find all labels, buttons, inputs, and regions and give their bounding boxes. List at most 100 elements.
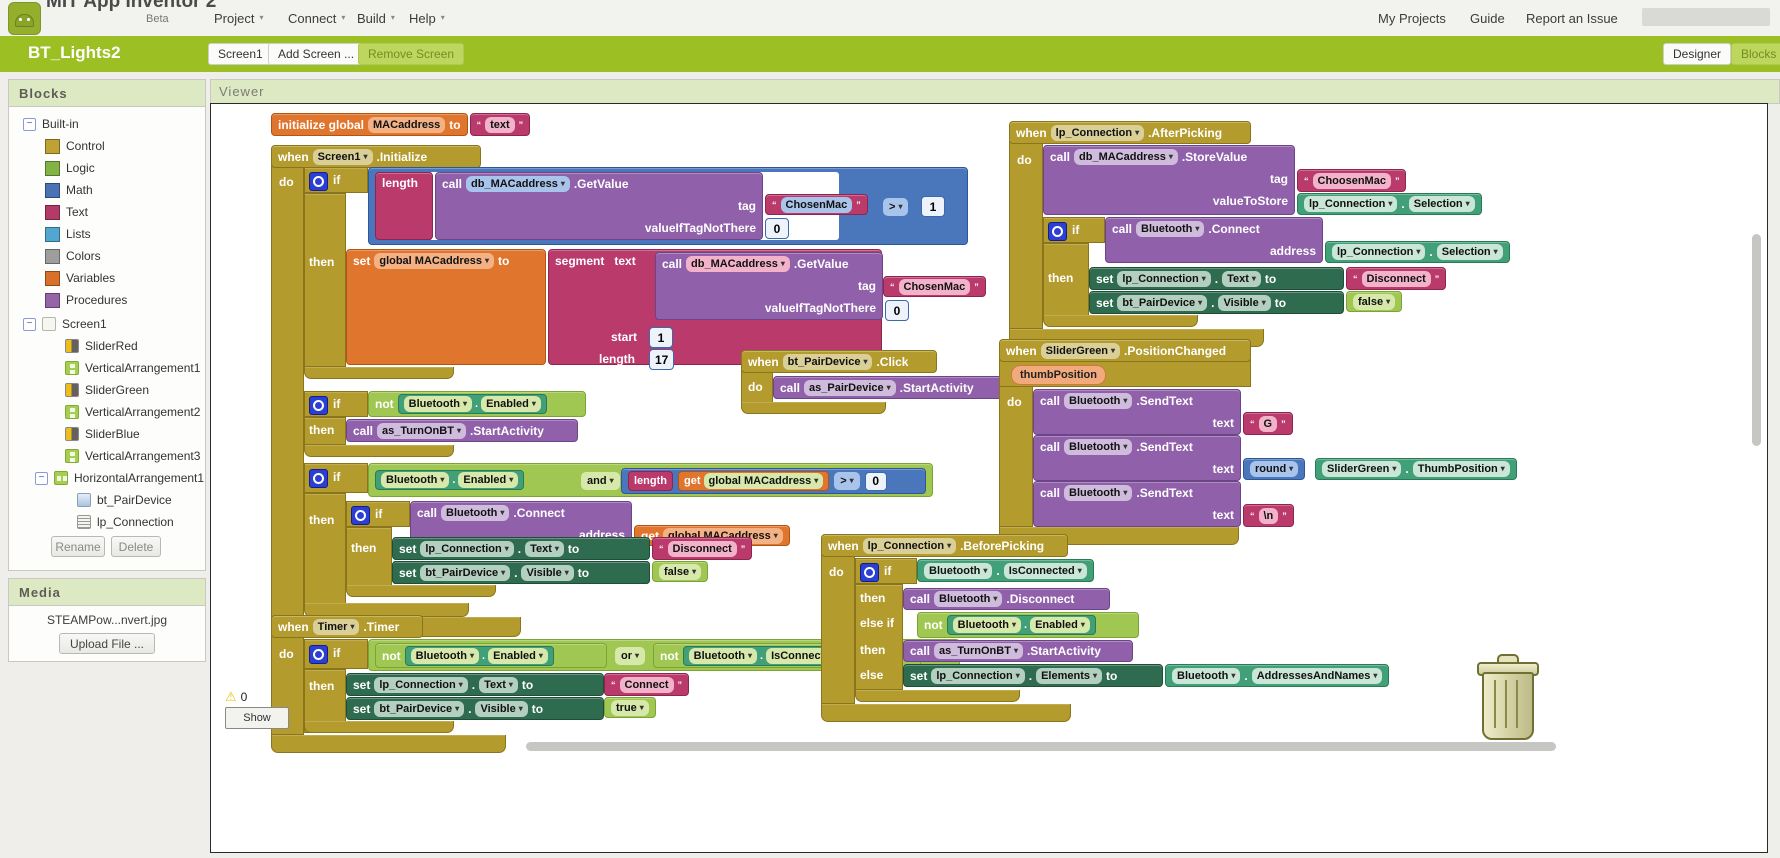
text-string-block[interactable]: “Connect” bbox=[604, 673, 689, 696]
event-header[interactable]: when Timer▾ .Timer bbox=[271, 615, 423, 638]
upload-file-button[interactable]: Upload File ... bbox=[59, 633, 155, 654]
if-block-spine[interactable] bbox=[304, 193, 346, 367]
number-block[interactable]: 17 bbox=[649, 349, 674, 370]
number-block[interactable]: 0 bbox=[865, 472, 887, 491]
call-sendtext-block[interactable]: callBluetooth▾.SendText text bbox=[1033, 389, 1241, 435]
tree-colors[interactable]: Colors bbox=[45, 246, 101, 266]
vertical-scrollbar[interactable] bbox=[1752, 234, 1761, 446]
tree-logic[interactable]: Logic bbox=[45, 158, 95, 178]
initialize-global-macaddress-block[interactable]: initialize global MACaddress to “ text ” bbox=[271, 113, 530, 136]
number-block[interactable]: 1 bbox=[921, 196, 945, 217]
set-lp-connection-text-block[interactable]: setlp_Connection▾.Text▾to bbox=[1089, 267, 1344, 290]
tree-text[interactable]: Text bbox=[45, 202, 88, 222]
tree-control[interactable]: Control bbox=[45, 136, 105, 156]
event-header[interactable]: when SliderGreen▾ .PositionChanged bbox=[999, 339, 1251, 362]
length-block[interactable]: length bbox=[628, 471, 673, 491]
menu-build[interactable]: Build▾ bbox=[357, 0, 395, 36]
tree-slidergreen[interactable]: SliderGreen bbox=[65, 380, 149, 400]
text-string-block[interactable]: “ChosenMac” bbox=[765, 194, 868, 215]
delete-button[interactable]: Delete bbox=[111, 536, 161, 557]
call-bluetooth-disconnect-block[interactable]: callBluetooth▾.Disconnect bbox=[903, 588, 1110, 610]
operator-dropdown[interactable]: >▾ bbox=[834, 472, 859, 490]
block-spine[interactable] bbox=[271, 165, 304, 619]
tree-builtin[interactable]: −Built-in bbox=[23, 114, 79, 134]
block-foot[interactable] bbox=[741, 402, 886, 414]
text-string-block[interactable]: “ChoosenMac” bbox=[1297, 169, 1406, 192]
block-foot[interactable] bbox=[821, 704, 1071, 722]
tree-procedures[interactable]: Procedures bbox=[45, 290, 127, 310]
set-lp-connection-text-block[interactable]: setlp_Connection▾.Text▾to bbox=[392, 537, 650, 560]
number-block[interactable]: 0 bbox=[765, 218, 789, 239]
variable-name-chip[interactable]: MACaddress bbox=[368, 117, 445, 133]
if-block-foot[interactable] bbox=[1043, 315, 1198, 327]
text-string-block[interactable]: “G” bbox=[1243, 412, 1293, 435]
lp-connection-selection-getter[interactable]: lp_Connection▾.Selection▾ bbox=[1297, 193, 1482, 215]
text-string-block[interactable]: “Disconnect” bbox=[1346, 267, 1446, 290]
get-global-macaddress-block[interactable]: getglobal MACaddress▾ bbox=[678, 471, 829, 491]
menu-project[interactable]: Project▾ bbox=[214, 0, 263, 36]
tree-variables[interactable]: Variables bbox=[45, 268, 115, 288]
logic-operator-dropdown[interactable]: or▾ bbox=[615, 647, 645, 665]
call-getvalue-block[interactable]: calldb_MACaddress▾.GetValue tag valueIfT… bbox=[655, 252, 883, 320]
tree-sliderblue[interactable]: SliderBlue bbox=[65, 424, 140, 444]
call-bluetooth-connect-block[interactable]: callBluetooth▾.Connect address bbox=[1105, 217, 1323, 263]
tree-math[interactable]: Math bbox=[45, 180, 93, 200]
event-header[interactable]: when lp_Connection▾ .BeforePicking bbox=[821, 534, 1068, 557]
if-block-foot[interactable] bbox=[855, 690, 1020, 702]
operator-dropdown[interactable]: >▾ bbox=[883, 198, 908, 216]
bluetooth-enabled-getter[interactable]: Bluetooth▾.Enabled▾ bbox=[375, 470, 524, 490]
round-block[interactable]: round▾ bbox=[1243, 458, 1305, 480]
event-header[interactable]: when bt_PairDevice▾ .Click bbox=[741, 350, 937, 373]
tree-verticalarrangement1[interactable]: VerticalArrangement1 bbox=[65, 358, 200, 378]
call-sendtext-block[interactable]: callBluetooth▾.SendText text bbox=[1033, 481, 1241, 527]
collapse-icon[interactable]: − bbox=[23, 118, 36, 131]
set-global-macaddress-block[interactable]: setglobal MACaddress▾to bbox=[346, 249, 546, 365]
if-block-spine[interactable] bbox=[346, 527, 392, 589]
blocks-view-button[interactable]: Blocks bbox=[1731, 43, 1780, 65]
slidergreen-thumbposition-getter[interactable]: SliderGreen▾.ThumbPosition▾ bbox=[1315, 458, 1517, 480]
text-string-block[interactable]: “ChosenMac” bbox=[883, 276, 986, 297]
block-spine[interactable] bbox=[1009, 141, 1043, 329]
number-block[interactable]: 0 bbox=[885, 300, 909, 321]
call-sendtext-block[interactable]: callBluetooth▾.SendText text bbox=[1033, 435, 1241, 481]
initialize-global-block[interactable]: initialize global MACaddress to bbox=[271, 113, 468, 136]
bluetooth-enabled-getter[interactable]: Bluetooth▾.Enabled▾ bbox=[398, 394, 547, 414]
false-block[interactable]: false▾ bbox=[652, 561, 708, 582]
link-guide[interactable]: Guide bbox=[1470, 0, 1505, 36]
add-screen-button[interactable]: Add Screen ... bbox=[268, 43, 364, 65]
if-block-foot[interactable] bbox=[304, 721, 454, 733]
block-foot[interactable] bbox=[271, 735, 506, 753]
greater-than-comparison-block[interactable]: length getglobal MACaddress▾ >▾ 0 bbox=[621, 468, 926, 494]
when-bt-pairdevice-click-block[interactable]: when bt_PairDevice▾ .Click do callas_Pai… bbox=[741, 350, 1021, 420]
trash-can-icon[interactable] bbox=[1473, 652, 1541, 742]
number-block[interactable]: 1 bbox=[649, 327, 673, 348]
tree-horizontalarrangement1[interactable]: −HorizontalArrangement1 bbox=[35, 468, 204, 488]
text-string-block[interactable]: “\n” bbox=[1243, 504, 1294, 527]
not-block[interactable]: not Bluetooth▾.Enabled▾ bbox=[375, 643, 607, 668]
set-bt-pairdevice-visible-block[interactable]: setbt_PairDevice▾.Visible▾to bbox=[346, 697, 604, 720]
if-block-foot[interactable] bbox=[304, 445, 454, 457]
media-file-name[interactable]: STEAMPow...nvert.jpg bbox=[9, 613, 205, 627]
component-dropdown[interactable]: Screen1▾ bbox=[313, 149, 373, 165]
tree-verticalarrangement2[interactable]: VerticalArrangement2 bbox=[65, 402, 200, 422]
user-account-redacted[interactable] bbox=[1642, 8, 1770, 26]
not-block[interactable]: not Bluetooth▾.Enabled▾ bbox=[917, 612, 1139, 638]
collapse-icon[interactable]: − bbox=[35, 472, 48, 485]
length-block[interactable]: length bbox=[375, 172, 433, 240]
menu-connect[interactable]: Connect▾ bbox=[288, 0, 345, 36]
when-slidergreen-positionchanged-block[interactable]: when SliderGreen▾ .PositionChanged thumb… bbox=[999, 339, 1579, 549]
thumbposition-param-chip[interactable]: thumbPosition bbox=[1011, 365, 1106, 385]
text-string-block[interactable]: “Disconnect” bbox=[652, 537, 752, 560]
set-bt-pairdevice-visible-block[interactable]: setbt_PairDevice▾.Visible▾to bbox=[1089, 291, 1344, 314]
lp-connection-selection-getter[interactable]: lp_Connection▾.Selection▾ bbox=[1325, 241, 1510, 263]
mutator-gear-icon[interactable] bbox=[860, 563, 879, 582]
mutator-gear-icon[interactable] bbox=[309, 469, 328, 488]
text-string-block[interactable]: “ text ” bbox=[470, 113, 531, 136]
and-block[interactable]: Bluetooth▾.Enabled▾ and▾ length getgloba… bbox=[368, 463, 933, 497]
mutator-gear-icon[interactable] bbox=[309, 645, 328, 664]
if-block-foot[interactable] bbox=[346, 585, 496, 597]
not-block[interactable]: not Bluetooth▾.Enabled▾ bbox=[368, 391, 586, 417]
when-lp-connection-afterpicking-block[interactable]: when lp_Connection▾ .AfterPicking do cal… bbox=[1009, 121, 1569, 351]
event-header[interactable]: when lp_Connection▾ .AfterPicking bbox=[1009, 121, 1251, 144]
mutator-gear-icon[interactable] bbox=[1048, 222, 1067, 241]
